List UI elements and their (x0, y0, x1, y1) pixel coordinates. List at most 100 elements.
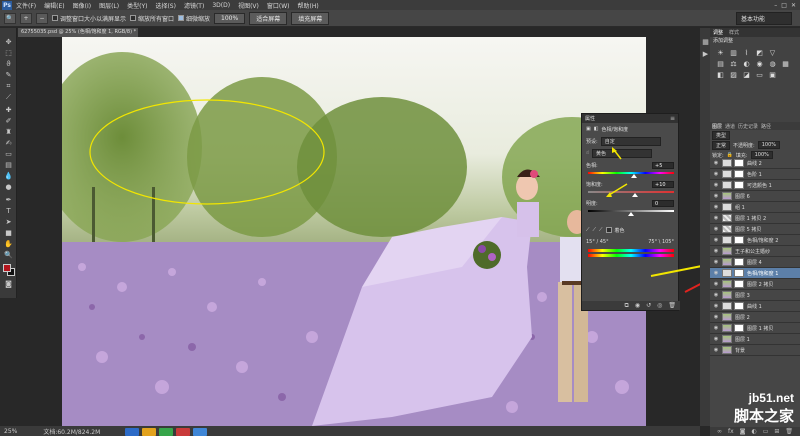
tab-layers[interactable]: 图层 (712, 123, 722, 130)
menu-3d[interactable]: 3D(D) (208, 2, 234, 9)
tab-paths[interactable]: 路径 (761, 123, 771, 130)
layer-thumbnail[interactable] (722, 269, 732, 277)
new-layer-icon[interactable]: ⊞ (774, 428, 779, 435)
properties-tab[interactable]: 属性 (585, 115, 595, 122)
menu-window[interactable]: 窗口(W) (263, 1, 294, 10)
zoom-all-checkbox[interactable]: 缩放所有窗口 (130, 14, 174, 23)
eyedropper-minus-icon[interactable]: ⟋ (599, 227, 603, 233)
layer-thumbnail[interactable] (722, 225, 732, 233)
layer-thumbnail[interactable] (722, 159, 732, 167)
layer-thumbnail[interactable] (722, 302, 732, 310)
resize-windows-checkbox[interactable]: 调整窗口大小以满屏显示 (52, 14, 126, 23)
marquee-tool-icon[interactable]: ⬚ (3, 49, 14, 58)
shape-tool-icon[interactable]: ■ (3, 229, 14, 238)
layer-row[interactable]: ◉ 图层 1 (710, 334, 800, 345)
taskbar-app-icon[interactable] (159, 428, 173, 436)
layer-row[interactable]: ◉ 可选颜色 1 (710, 180, 800, 191)
type-tool-icon[interactable]: T (3, 207, 14, 216)
layer-thumbnail[interactable] (722, 280, 732, 288)
brush-tool-icon[interactable]: ✐ (3, 117, 14, 126)
clip-layer-icon[interactable]: ⧉ (625, 302, 629, 310)
brightness-contrast-icon[interactable]: ☀ (716, 49, 725, 57)
eye-icon[interactable]: ◉ (712, 280, 720, 288)
eyedropper-icon[interactable]: ⟋ (586, 227, 590, 233)
hand-adjust-icon[interactable]: ☝ (586, 150, 589, 156)
menu-filter[interactable]: 滤镜(T) (180, 1, 208, 10)
layer-thumbnail[interactable] (722, 236, 732, 244)
color-range-bar-top[interactable] (588, 249, 674, 252)
hue-saturation-icon[interactable]: ▤ (716, 60, 725, 68)
scrubby-zoom-checkbox[interactable]: 细微缩放 (178, 14, 210, 23)
blend-mode-select[interactable]: 正常 (712, 140, 731, 150)
crop-tool-icon[interactable]: ⌗ (3, 82, 14, 91)
layer-mask-thumbnail[interactable] (734, 280, 744, 288)
photo-filter-icon[interactable]: ◉ (755, 60, 764, 68)
eyedropper-plus-icon[interactable]: ⟋ (593, 227, 597, 233)
layer-row[interactable]: ◉ 图层 5 拷贝 (710, 224, 800, 235)
layer-row[interactable]: ◉ 图层 1 拷贝 2 (710, 213, 800, 224)
layer-thumbnail[interactable] (722, 291, 732, 299)
zoom-level[interactable]: 25% (4, 428, 17, 435)
layer-row[interactable]: ◉ 图层 4 (710, 257, 800, 268)
quick-select-tool-icon[interactable]: ✎ (3, 71, 14, 80)
layer-thumbnail[interactable] (722, 247, 732, 255)
layer-thumbnail[interactable] (722, 313, 732, 321)
eye-icon[interactable]: ◉ (712, 335, 720, 343)
eye-icon[interactable]: ◉ (712, 181, 720, 189)
preset-select[interactable]: 自定 (600, 136, 661, 146)
eye-icon[interactable]: ◉ (712, 192, 720, 200)
menu-file[interactable]: 文件(F) (12, 1, 40, 10)
tab-channels[interactable]: 通道 (725, 123, 735, 130)
layer-row[interactable]: ◉ 图层 1 拷贝 (710, 323, 800, 334)
layer-mask-thumbnail[interactable] (734, 170, 744, 178)
layer-thumbnail[interactable] (722, 346, 732, 354)
pen-tool-icon[interactable]: ✒ (3, 196, 14, 205)
gradient-tool-icon[interactable]: ▤ (3, 161, 14, 170)
eye-icon[interactable]: ◉ (712, 247, 720, 255)
menu-edit[interactable]: 编辑(E) (40, 1, 68, 10)
gradient-map-icon[interactable]: ▭ (755, 71, 764, 79)
exposure-icon[interactable]: ◩ (755, 49, 764, 57)
trash-icon[interactable]: 🗑 (785, 428, 793, 435)
tab-history[interactable]: 历史记录 (738, 123, 758, 130)
taskbar-app-icon[interactable] (176, 428, 190, 436)
hand-tool-icon[interactable]: ✋ (3, 240, 14, 249)
actual-pixels-button[interactable]: 100% (214, 12, 246, 24)
layer-mask-thumbnail[interactable] (734, 236, 744, 244)
taskbar-app-icon[interactable] (125, 428, 139, 436)
layer-thumbnail[interactable] (722, 170, 732, 178)
lightness-value[interactable]: 0 (652, 199, 674, 207)
zoom-out-icon[interactable]: − (36, 12, 48, 24)
layer-row[interactable]: ◉ 曲线 2 (710, 158, 800, 169)
posterize-icon[interactable]: ▨ (729, 71, 738, 79)
mask-icon[interactable]: ◧ (594, 126, 599, 132)
workspace-select[interactable]: 基本功能 (736, 11, 792, 25)
menu-type[interactable]: 类型(Y) (123, 1, 151, 10)
eye-icon[interactable]: ◉ (712, 258, 720, 266)
layer-row[interactable]: ◉ 图层 2 拷贝 (710, 279, 800, 290)
lasso-tool-icon[interactable]: ϑ (3, 60, 14, 69)
menu-layer[interactable]: 图层(L) (95, 1, 123, 10)
zoom-tool-icon[interactable]: 🔍 (3, 251, 14, 260)
layer-mask-thumbnail[interactable] (734, 269, 744, 277)
lightness-slider-knob[interactable] (628, 212, 634, 216)
eye-icon[interactable]: ◉ (712, 269, 720, 277)
dodge-tool-icon[interactable]: ● (3, 183, 14, 192)
saturation-slider[interactable] (588, 191, 674, 193)
panel-menu-icon[interactable]: ≡ (670, 115, 675, 122)
healing-tool-icon[interactable]: ✚ (3, 106, 14, 115)
history-brush-icon[interactable]: ✍ (3, 139, 14, 148)
invert-icon[interactable]: ◧ (716, 71, 725, 79)
fill-screen-button[interactable]: 填充屏幕 (291, 11, 330, 25)
zoom-in-icon[interactable]: + (20, 12, 32, 24)
maximize-icon[interactable]: □ (781, 2, 787, 9)
layer-row[interactable]: ◉ 图层 6 (710, 191, 800, 202)
menu-select[interactable]: 选择(S) (151, 1, 180, 10)
blur-tool-icon[interactable]: 💧 (3, 172, 14, 181)
black-white-icon[interactable]: ◐ (742, 60, 751, 68)
layer-thumbnail[interactable] (722, 214, 732, 222)
delete-icon[interactable]: 🗑 (668, 302, 676, 309)
stamp-tool-icon[interactable]: ♜ (3, 128, 14, 137)
menu-help[interactable]: 帮助(H) (294, 1, 323, 10)
selective-color-icon[interactable]: ▣ (768, 71, 777, 79)
